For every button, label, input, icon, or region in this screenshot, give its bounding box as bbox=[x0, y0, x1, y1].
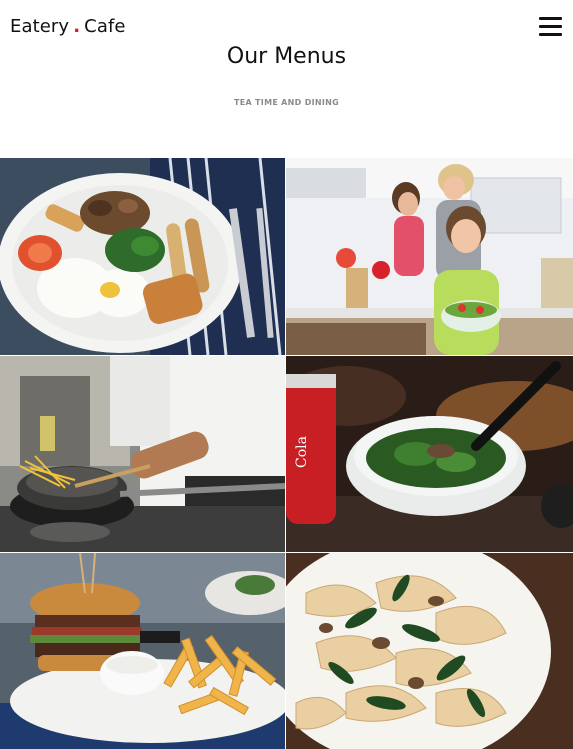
brand-dot: . bbox=[73, 16, 81, 37]
menu-gallery: Cola bbox=[0, 158, 573, 749]
gallery-image-breakfast[interactable] bbox=[0, 158, 285, 355]
brand-name-left: Eatery bbox=[10, 16, 70, 37]
section-title: Our Menus bbox=[226, 44, 347, 69]
gallery-image-family-kitchen[interactable] bbox=[286, 158, 573, 355]
gallery-image-chef-cooking[interactable] bbox=[0, 356, 285, 552]
brand-logo[interactable]: Eatery. Cafe bbox=[10, 16, 126, 37]
hamburger-icon bbox=[539, 17, 562, 36]
brand-name-right: Cafe bbox=[84, 16, 126, 37]
gallery-image-pasta[interactable] bbox=[286, 553, 573, 749]
section-subtitle: TEA TIME AND DINING bbox=[233, 98, 340, 107]
gallery-image-salad-bowl[interactable]: Cola bbox=[286, 356, 573, 552]
svg-text:Cola: Cola bbox=[294, 436, 310, 468]
gallery-image-burger-fries[interactable] bbox=[0, 553, 285, 749]
hamburger-menu-button[interactable] bbox=[539, 17, 562, 37]
